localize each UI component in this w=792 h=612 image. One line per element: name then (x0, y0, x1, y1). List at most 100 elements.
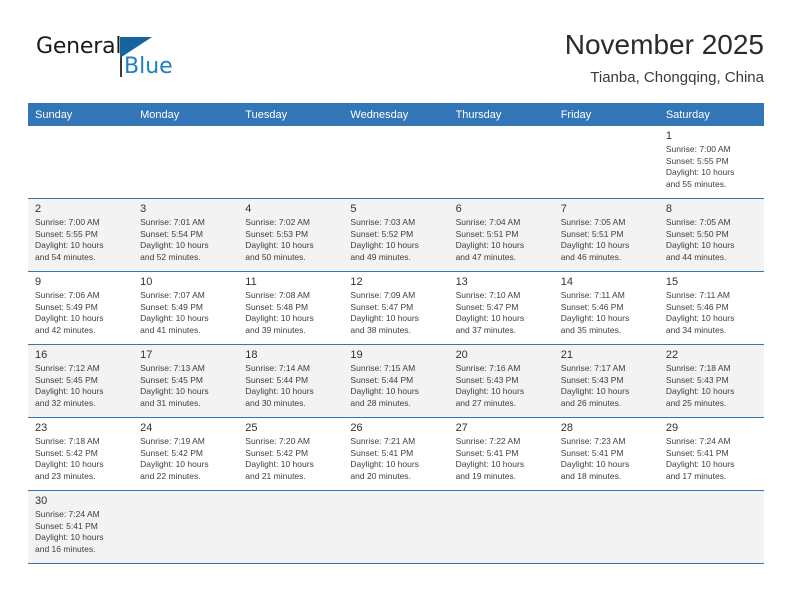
calendar-day-cell[interactable]: 9 Sunrise: 7:06 AM Sunset: 5:49 PM Daylig… (28, 271, 134, 345)
day-sun-details: Sunrise: 7:20 AM Sunset: 5:42 PM Dayligh… (245, 436, 314, 481)
day-sun-details: Sunrise: 7:03 AM Sunset: 5:52 PM Dayligh… (350, 217, 419, 262)
day-cell-content: 1 Sunrise: 7:00 AM Sunset: 5:55 PM Daylig… (659, 126, 764, 198)
day-cell-content: 6 Sunrise: 7:04 AM Sunset: 5:51 PM Daylig… (449, 199, 554, 271)
calendar-day-cell[interactable]: 25 Sunrise: 7:20 AM Sunset: 5:42 PM Dayli… (238, 417, 344, 491)
day-cell-content: 28 Sunrise: 7:23 AM Sunset: 5:41 PM Dayli… (554, 418, 659, 490)
calendar-day-cell[interactable]: 29 Sunrise: 7:24 AM Sunset: 5:41 PM Dayli… (658, 417, 764, 491)
day-number: 14 (560, 276, 573, 288)
calendar-day-cell[interactable]: 12 Sunrise: 7:09 AM Sunset: 5:47 PM Dayli… (343, 271, 449, 345)
calendar-day-cell[interactable]: 15 Sunrise: 7:11 AM Sunset: 5:46 PM Dayli… (658, 271, 764, 345)
day-cell-content: 5 Sunrise: 7:03 AM Sunset: 5:52 PM Daylig… (343, 199, 448, 271)
day-cell-content: 13 Sunrise: 7:10 AM Sunset: 5:47 PM Dayli… (449, 272, 554, 344)
day-number: 11 (245, 276, 257, 288)
day-sun-details: Sunrise: 7:15 AM Sunset: 5:44 PM Dayligh… (350, 363, 419, 408)
day-sun-details: Sunrise: 7:08 AM Sunset: 5:48 PM Dayligh… (245, 290, 314, 335)
calendar-day-cell[interactable]: 7 Sunrise: 7:05 AM Sunset: 5:51 PM Daylig… (553, 198, 659, 272)
calendar-day-cell[interactable]: 4 Sunrise: 7:02 AM Sunset: 5:53 PM Daylig… (238, 198, 344, 272)
day-cell-content (133, 491, 238, 563)
calendar-day-cell[interactable]: 24 Sunrise: 7:19 AM Sunset: 5:42 PM Dayli… (133, 417, 239, 491)
calendar-day-cell[interactable]: 20 Sunrise: 7:16 AM Sunset: 5:43 PM Dayli… (448, 344, 554, 418)
day-cell-content: 8 Sunrise: 7:05 AM Sunset: 5:50 PM Daylig… (659, 199, 764, 271)
calendar-day-cell[interactable]: 17 Sunrise: 7:13 AM Sunset: 5:45 PM Dayli… (133, 344, 239, 418)
calendar-day-cell[interactable]: 11 Sunrise: 7:08 AM Sunset: 5:48 PM Dayli… (238, 271, 344, 345)
title-block: November 2025 Tianba, Chongqing, China (565, 28, 764, 90)
calendar-day-cell[interactable]: 6 Sunrise: 7:04 AM Sunset: 5:51 PM Daylig… (448, 198, 554, 272)
day-cell-content: 7 Sunrise: 7:05 AM Sunset: 5:51 PM Daylig… (554, 199, 659, 271)
day-cell-content: 19 Sunrise: 7:15 AM Sunset: 5:44 PM Dayli… (343, 345, 448, 417)
calendar-day-cell[interactable]: 14 Sunrise: 7:11 AM Sunset: 5:46 PM Dayli… (553, 271, 659, 345)
calendar-day-cell-empty (448, 490, 554, 564)
day-number: 16 (35, 349, 48, 361)
calendar-day-cell[interactable]: 19 Sunrise: 7:15 AM Sunset: 5:44 PM Dayli… (343, 344, 449, 418)
calendar-day-cell[interactable]: 26 Sunrise: 7:21 AM Sunset: 5:41 PM Dayli… (343, 417, 449, 491)
weekday-header-cell: Saturday (658, 103, 764, 126)
day-sun-details: Sunrise: 7:18 AM Sunset: 5:43 PM Dayligh… (665, 363, 735, 408)
day-number: 22 (665, 349, 679, 361)
calendar-day-cell[interactable]: 8 Sunrise: 7:05 AM Sunset: 5:50 PM Daylig… (658, 198, 764, 272)
day-sun-details: Sunrise: 7:05 AM Sunset: 5:51 PM Dayligh… (560, 217, 630, 262)
day-number: 27 (455, 422, 468, 434)
calendar-day-cell[interactable]: 27 Sunrise: 7:22 AM Sunset: 5:41 PM Dayli… (448, 417, 554, 491)
page-title: November 2025 (564, 29, 764, 60)
day-cell-content: 23 Sunrise: 7:18 AM Sunset: 5:42 PM Dayli… (28, 418, 133, 490)
day-sun-details: Sunrise: 7:10 AM Sunset: 5:47 PM Dayligh… (455, 290, 525, 335)
day-sun-details: Sunrise: 7:17 AM Sunset: 5:43 PM Dayligh… (560, 363, 630, 408)
day-number: 3 (140, 203, 147, 215)
calendar-page: General Blue November 2025 Tianba, Chong… (0, 0, 792, 612)
calendar-day-cell[interactable]: 21 Sunrise: 7:17 AM Sunset: 5:43 PM Dayli… (553, 344, 659, 418)
day-cell-content: 3 Sunrise: 7:01 AM Sunset: 5:54 PM Daylig… (133, 199, 238, 271)
day-number: 6 (455, 203, 462, 215)
day-sun-details: Sunrise: 7:02 AM Sunset: 5:53 PM Dayligh… (245, 217, 314, 262)
day-cell-content: 18 Sunrise: 7:14 AM Sunset: 5:44 PM Dayli… (238, 345, 343, 417)
calendar-day-cell[interactable]: 5 Sunrise: 7:03 AM Sunset: 5:52 PM Daylig… (343, 198, 449, 272)
weekday-header-cell: Wednesday (343, 103, 449, 126)
day-cell-content: 21 Sunrise: 7:17 AM Sunset: 5:43 PM Dayli… (554, 345, 659, 417)
calendar-day-cell[interactable]: 10 Sunrise: 7:07 AM Sunset: 5:49 PM Dayli… (133, 271, 239, 345)
day-sun-details: Sunrise: 7:09 AM Sunset: 5:47 PM Dayligh… (350, 290, 419, 335)
day-sun-details: Sunrise: 7:00 AM Sunset: 5:55 PM Dayligh… (665, 144, 735, 189)
general-blue-logo: General Blue (36, 34, 173, 86)
weekday-header-cell: Monday (133, 103, 239, 126)
day-number: 1 (665, 130, 672, 142)
calendar-day-cell[interactable]: 22 Sunrise: 7:18 AM Sunset: 5:43 PM Dayli… (658, 344, 764, 418)
calendar-day-cell[interactable]: 3 Sunrise: 7:01 AM Sunset: 5:54 PM Daylig… (133, 198, 239, 272)
calendar-day-cell[interactable]: 18 Sunrise: 7:14 AM Sunset: 5:44 PM Dayli… (238, 344, 344, 418)
weekday-header-cell: Sunday (28, 103, 134, 126)
calendar-day-cell[interactable]: 13 Sunrise: 7:10 AM Sunset: 5:47 PM Dayli… (448, 271, 554, 345)
calendar-day-cell-empty (133, 126, 239, 199)
day-number: 19 (350, 349, 363, 361)
day-cell-content: 9 Sunrise: 7:06 AM Sunset: 5:49 PM Daylig… (28, 272, 133, 344)
calendar-table: Sunday Monday Tuesday Wednesday Thursday Frid… (28, 103, 764, 564)
day-sun-details: Sunrise: 7:00 AM Sunset: 5:55 PM Dayligh… (35, 217, 104, 262)
calendar-day-cell[interactable]: 2 Sunrise: 7:00 AM Sunset: 5:55 PM Daylig… (28, 198, 134, 272)
day-number: 10 (140, 276, 153, 288)
day-cell-content: 15 Sunrise: 7:11 AM Sunset: 5:46 PM Dayli… (659, 272, 764, 344)
calendar-day-cell-empty (658, 490, 764, 564)
calendar-day-cell[interactable]: 1 Sunrise: 7:00 AM Sunset: 5:55 PM Daylig… (658, 126, 764, 199)
day-cell-content: 27 Sunrise: 7:22 AM Sunset: 5:41 PM Dayli… (449, 418, 554, 490)
weekday-header-cell: Tuesday (238, 103, 344, 126)
day-cell-content: 12 Sunrise: 7:09 AM Sunset: 5:47 PM Dayli… (343, 272, 448, 344)
day-cell-content (133, 126, 238, 198)
day-number: 15 (665, 276, 679, 288)
day-sun-details: Sunrise: 7:06 AM Sunset: 5:49 PM Dayligh… (35, 290, 104, 335)
calendar-week-row: 16 Sunrise: 7:12 AM Sunset: 5:45 PM Dayli… (28, 344, 764, 418)
calendar-day-cell-empty (133, 490, 239, 564)
calendar-day-cell[interactable]: 30 Sunrise: 7:24 AM Sunset: 5:41 PM Dayli… (28, 490, 134, 564)
day-cell-content: 29 Sunrise: 7:24 AM Sunset: 5:41 PM Dayli… (659, 418, 764, 490)
calendar-day-cell[interactable]: 28 Sunrise: 7:23 AM Sunset: 5:41 PM Dayli… (553, 417, 659, 491)
calendar-day-cell[interactable]: 23 Sunrise: 7:18 AM Sunset: 5:42 PM Dayli… (28, 417, 134, 491)
day-number: 20 (455, 349, 468, 361)
weekday-header-cell: Thursday (448, 103, 554, 126)
calendar-body: 1 Sunrise: 7:00 AM Sunset: 5:55 PM Daylig… (28, 126, 764, 564)
day-sun-details: Sunrise: 7:22 AM Sunset: 5:41 PM Dayligh… (455, 436, 525, 481)
day-sun-details: Sunrise: 7:13 AM Sunset: 5:45 PM Dayligh… (140, 363, 209, 408)
weekday-header: Sunday Monday Tuesday Wednesday Thursday Frid… (28, 103, 764, 126)
day-number: 4 (245, 203, 252, 215)
day-sun-details: Sunrise: 7:11 AM Sunset: 5:46 PM Dayligh… (665, 290, 735, 335)
calendar-day-cell-empty (553, 126, 659, 199)
calendar-day-cell[interactable]: 16 Sunrise: 7:12 AM Sunset: 5:45 PM Dayli… (28, 344, 134, 418)
day-sun-details: Sunrise: 7:18 AM Sunset: 5:42 PM Dayligh… (35, 436, 104, 481)
logo-text-general: General (36, 34, 122, 59)
day-cell-content: 10 Sunrise: 7:07 AM Sunset: 5:49 PM Dayli… (133, 272, 238, 344)
